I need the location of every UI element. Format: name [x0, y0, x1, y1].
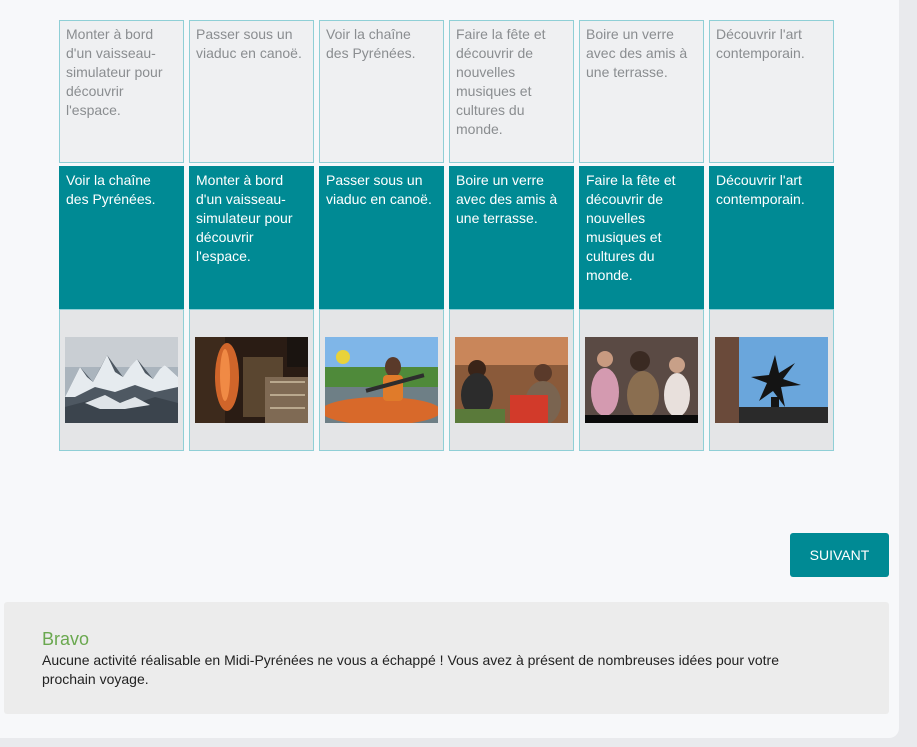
answer-card[interactable]: Monter à bord d'un vaisseau-simulateur p… [189, 166, 314, 309]
sculpture-photo [715, 337, 828, 423]
image-cell [319, 309, 444, 451]
source-statement: Passer sous un viaduc en canoë. [189, 20, 314, 163]
source-statement: Monter à bord d'un vaisseau-simulateur p… [59, 20, 184, 163]
next-button[interactable]: SUIVANT [790, 533, 889, 577]
festival-photo [585, 337, 698, 423]
simulator-photo [195, 337, 308, 423]
image-cell [579, 309, 704, 451]
terrace-photo [455, 337, 568, 423]
image-cell [189, 309, 314, 451]
activity-panel: Monter à bord d'un vaisseau-simulateur p… [0, 0, 899, 738]
answer-card[interactable]: Voir la chaîne des Pyrénées. [59, 166, 184, 309]
image-cell [449, 309, 574, 451]
image-cell [59, 309, 184, 451]
answer-card[interactable]: Boire un verre avec des amis à une terra… [449, 166, 574, 309]
canoe-photo [325, 337, 438, 423]
source-statement: Voir la chaîne des Pyrénées. [319, 20, 444, 163]
source-statement: Boire un verre avec des amis à une terra… [579, 20, 704, 163]
answer-card[interactable]: Découvrir l'art contemporain. [709, 166, 834, 309]
feedback-title: Bravo [42, 629, 90, 649]
answer-card[interactable]: Faire la fête et découvrir de nouvelles … [579, 166, 704, 309]
feedback-message: Aucune activité réalisable en Midi-Pyrén… [42, 652, 779, 687]
source-statement: Découvrir l'art contemporain. [709, 20, 834, 163]
feedback-panel: Bravo Aucune activité réalisable en Midi… [4, 602, 889, 714]
answer-card[interactable]: Passer sous un viaduc en canoë. [319, 166, 444, 309]
mountains-photo [65, 337, 178, 423]
source-statement: Faire la fête et découvrir de nouvelles … [449, 20, 574, 163]
image-cell [709, 309, 834, 451]
